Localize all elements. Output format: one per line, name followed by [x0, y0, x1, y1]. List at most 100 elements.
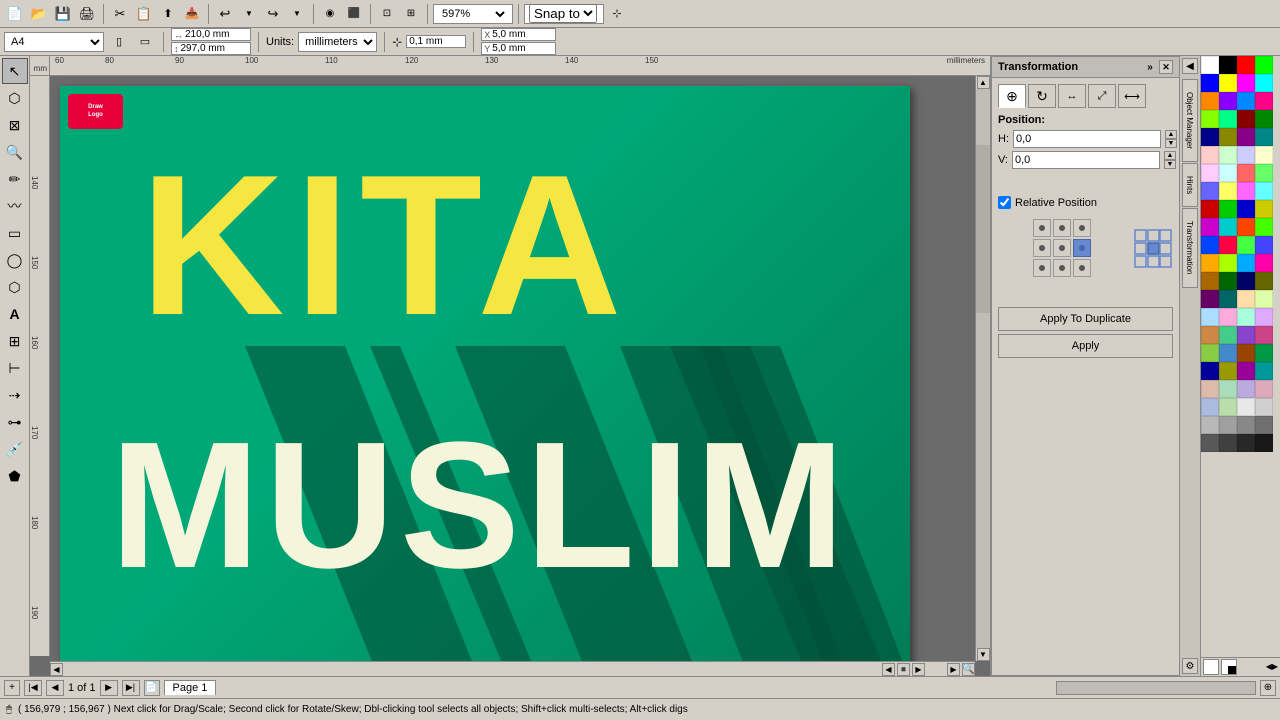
color-swatch-11[interactable] — [1255, 92, 1273, 110]
color-swatch-71[interactable] — [1255, 362, 1273, 380]
view-btn1[interactable]: ◉ — [319, 3, 341, 25]
blend-tool[interactable]: ⊶ — [2, 409, 28, 435]
undo-btn[interactable]: ↩ — [214, 3, 236, 25]
h-scroll-bar[interactable] — [1056, 681, 1256, 695]
color-swatch-77[interactable] — [1219, 398, 1237, 416]
full-screen[interactable]: ⊞ — [400, 3, 422, 25]
crop-tool[interactable]: ⊠ — [2, 112, 28, 138]
v-spinner-up[interactable]: ▲ — [1164, 151, 1176, 160]
tab-mirror[interactable]: ⟷ — [1118, 84, 1146, 108]
color-swatch-28[interactable] — [1201, 182, 1219, 200]
color-swatch-2[interactable] — [1237, 56, 1255, 74]
color-swatch-68[interactable] — [1201, 362, 1219, 380]
color-swatch-36[interactable] — [1201, 218, 1219, 236]
color-swatch-74[interactable] — [1237, 380, 1255, 398]
color-swatch-10[interactable] — [1237, 92, 1255, 110]
color-swatch-22[interactable] — [1237, 146, 1255, 164]
redo-btn[interactable]: ↪ — [262, 3, 284, 25]
color-swatch-26[interactable] — [1237, 164, 1255, 182]
color-swatch-47[interactable] — [1255, 254, 1273, 272]
v-scroll-up[interactable]: ▲ — [977, 76, 990, 89]
color-swatch-12[interactable] — [1201, 110, 1219, 128]
pos-cell-tl[interactable] — [1033, 219, 1051, 237]
color-swatch-31[interactable] — [1255, 182, 1273, 200]
portrait-btn[interactable]: ▯ — [108, 31, 130, 53]
color-swatch-21[interactable] — [1219, 146, 1237, 164]
cut-btn[interactable]: ✂ — [109, 3, 131, 25]
color-swatch-43[interactable] — [1255, 236, 1273, 254]
canvas-page[interactable]: DrawLogo KITA — [60, 86, 910, 661]
import-btn[interactable]: 📥 — [181, 3, 203, 25]
color-swatch-19[interactable] — [1255, 128, 1273, 146]
color-swatch-55[interactable] — [1255, 290, 1273, 308]
page-add-btn[interactable]: + — [4, 680, 20, 696]
h-scroll-left[interactable]: ◀ — [50, 663, 63, 676]
open-btn[interactable]: 📂 — [28, 3, 50, 25]
relative-position-checkbox[interactable] — [998, 196, 1011, 209]
v-spinner-down[interactable]: ▼ — [1164, 160, 1176, 169]
transformation-tab[interactable]: Transformation — [1182, 208, 1198, 288]
pos-cell-ml[interactable] — [1033, 239, 1051, 257]
color-swatch-83[interactable] — [1255, 416, 1273, 434]
tab-rotate[interactable]: ↻ — [1028, 84, 1056, 108]
view-btn2[interactable]: ⬛ — [343, 3, 365, 25]
page-size-select[interactable]: A4 — [4, 32, 104, 52]
color-swatch-18[interactable] — [1237, 128, 1255, 146]
print-btn[interactable]: 🖨 — [76, 3, 98, 25]
color-swatch-61[interactable] — [1219, 326, 1237, 344]
color-swatch-15[interactable] — [1255, 110, 1273, 128]
color-swatch-87[interactable] — [1255, 434, 1273, 452]
color-swatch-29[interactable] — [1219, 182, 1237, 200]
h-scroll-next[interactable]: ▶ — [912, 663, 925, 676]
pos-cell-tr[interactable] — [1073, 219, 1091, 237]
h-scroll-prev[interactable]: ◀ — [882, 663, 895, 676]
panel-close-btn[interactable]: ✕ — [1159, 60, 1173, 74]
color-swatch-33[interactable] — [1219, 200, 1237, 218]
color-swatch-25[interactable] — [1219, 164, 1237, 182]
color-swatch-44[interactable] — [1201, 254, 1219, 272]
color-swatch-53[interactable] — [1219, 290, 1237, 308]
v-scroll-track[interactable] — [976, 89, 990, 648]
color-swatch-59[interactable] — [1255, 308, 1273, 326]
zoom-out-status[interactable]: 🔍 — [962, 663, 975, 676]
color-swatch-85[interactable] — [1219, 434, 1237, 452]
tab-skew[interactable]: ⤢ — [1088, 84, 1116, 108]
color-swatch-62[interactable] — [1237, 326, 1255, 344]
page-first-btn[interactable]: |◀ — [24, 680, 42, 696]
page-tab[interactable]: Page 1 — [164, 680, 217, 695]
color-swatch-50[interactable] — [1237, 272, 1255, 290]
save-btn[interactable]: 💾 — [52, 3, 74, 25]
connector-tool[interactable]: ⇢ — [2, 382, 28, 408]
copy-btn[interactable]: 📋 — [133, 3, 155, 25]
tab-position[interactable]: ⊕ — [998, 84, 1026, 108]
color-swatch-9[interactable] — [1219, 92, 1237, 110]
zoom-control[interactable]: 597% — [433, 4, 513, 24]
zoom-to-fit[interactable]: ⊡ — [376, 3, 398, 25]
snap-icon[interactable]: ⊹ — [606, 3, 628, 25]
freehand-tool[interactable]: ✏ — [2, 166, 28, 192]
ellipse-tool[interactable]: ◯ — [2, 247, 28, 273]
v-input[interactable] — [1012, 151, 1160, 169]
paste-btn[interactable]: ⬆ — [157, 3, 179, 25]
pos-cell-br[interactable] — [1073, 259, 1091, 277]
color-swatch-46[interactable] — [1237, 254, 1255, 272]
color-swatch-67[interactable] — [1255, 344, 1273, 362]
color-swatch-35[interactable] — [1255, 200, 1273, 218]
color-swatch-49[interactable] — [1219, 272, 1237, 290]
eyedropper-tool[interactable]: 💉 — [2, 436, 28, 462]
rectangle-tool[interactable]: ▭ — [2, 220, 28, 246]
color-swatch-6[interactable] — [1237, 74, 1255, 92]
color-swatch-52[interactable] — [1201, 290, 1219, 308]
color-swatch-51[interactable] — [1255, 272, 1273, 290]
color-swatch-42[interactable] — [1237, 236, 1255, 254]
color-swatch-56[interactable] — [1201, 308, 1219, 326]
color-swatch-82[interactable] — [1237, 416, 1255, 434]
color-swatch-23[interactable] — [1255, 146, 1273, 164]
color-swatch-73[interactable] — [1219, 380, 1237, 398]
palette-arrow-btn[interactable]: ◀▶ — [1266, 662, 1278, 671]
color-swatch-30[interactable] — [1237, 182, 1255, 200]
color-swatch-81[interactable] — [1219, 416, 1237, 434]
color-swatch-54[interactable] — [1237, 290, 1255, 308]
color-swatch-60[interactable] — [1201, 326, 1219, 344]
zoom-tool[interactable]: 🔍 — [2, 139, 28, 165]
